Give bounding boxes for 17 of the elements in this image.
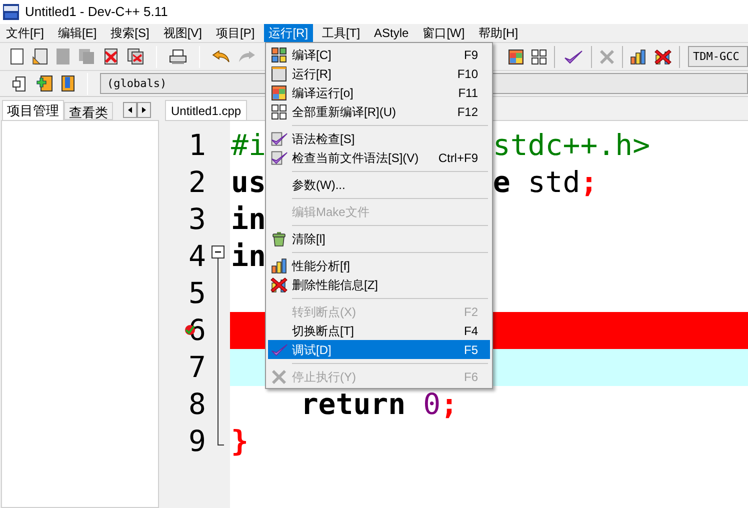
line-number: 5	[188, 275, 206, 312]
window-title: Untitled1 - Dev-C++ 5.11	[25, 3, 168, 22]
code-text: return 0;	[300, 386, 458, 423]
code-text: }	[231, 423, 248, 460]
line-number: 1	[188, 127, 206, 164]
code-text: in	[231, 238, 266, 275]
code-text: stdc++.h>	[492, 127, 650, 164]
line-number: 4	[188, 238, 206, 275]
line-number: 9	[188, 423, 206, 460]
line-number: 8	[188, 386, 206, 423]
line-number: 7	[188, 349, 206, 386]
code-text: us	[231, 164, 266, 201]
code-text: in	[231, 201, 266, 238]
line-number: 2	[188, 164, 206, 201]
line-number: 3	[188, 201, 206, 238]
code-text: e std;	[492, 164, 598, 201]
code-text: #i	[231, 127, 266, 164]
